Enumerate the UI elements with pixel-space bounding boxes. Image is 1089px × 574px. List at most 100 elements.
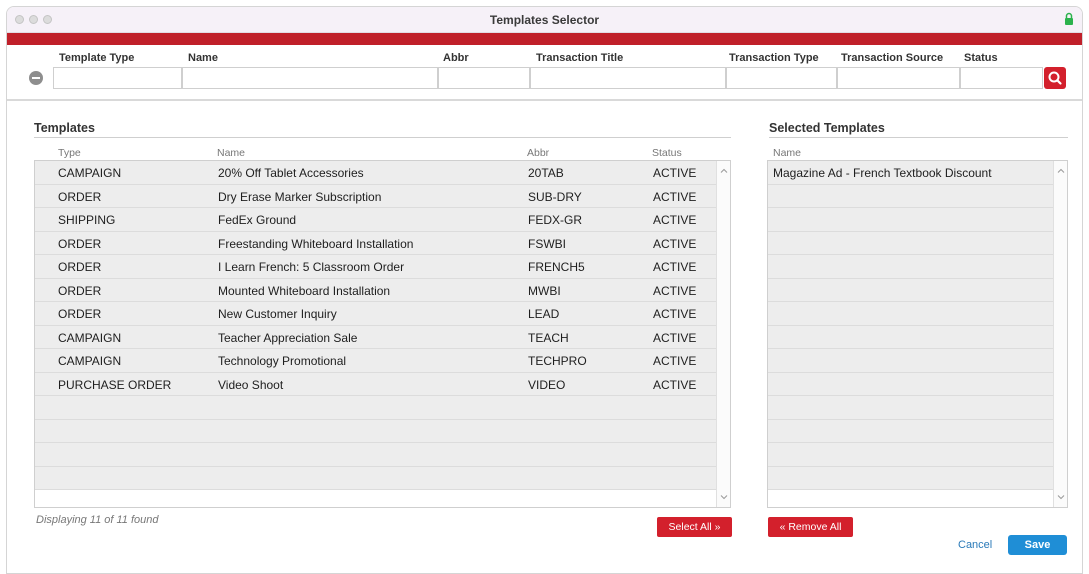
- empty-selected-row[interactable]: [768, 278, 1055, 302]
- templates-heading-rule: [34, 137, 731, 138]
- filter-label-name: Name: [188, 52, 218, 64]
- cell-status: ACTIVE: [653, 307, 697, 321]
- cell-status: ACTIVE: [653, 213, 697, 227]
- cell-type: SHIPPING: [58, 213, 116, 227]
- abbr-input[interactable]: [438, 67, 530, 89]
- chevron-down-icon[interactable]: [1057, 493, 1065, 501]
- header-accent-bar: [7, 33, 1082, 45]
- empty-table-row[interactable]: [35, 396, 718, 420]
- cell-status: ACTIVE: [653, 236, 697, 251]
- filter-label-abbr: Abbr: [443, 52, 469, 64]
- cell-name: Teacher Appreciation Sale: [218, 330, 358, 345]
- empty-selected-row[interactable]: [768, 184, 1055, 208]
- table-row[interactable]: SHIPPING FedEx Ground FEDX-GR ACTIVE: [35, 208, 718, 232]
- cell-status: ACTIVE: [653, 377, 697, 392]
- cell-status: ACTIVE: [653, 189, 697, 204]
- empty-selected-row[interactable]: [768, 302, 1055, 326]
- cell-name: Freestanding Whiteboard Installation: [218, 236, 414, 251]
- selected-heading-rule: [769, 137, 1068, 138]
- empty-selected-row[interactable]: [768, 255, 1055, 279]
- cell-type: CAMPAIGN: [58, 354, 122, 368]
- column-header-selected-name[interactable]: Name: [773, 147, 801, 159]
- empty-selected-row[interactable]: [768, 372, 1055, 396]
- table-row[interactable]: CAMPAIGN Teacher Appreciation Sale TEACH AC…: [35, 325, 718, 349]
- cell-abbr: FEDX-GR: [528, 213, 582, 227]
- name-input[interactable]: [182, 67, 438, 89]
- table-row[interactable]: ORDER Mounted Whiteboard Installation MWBI…: [35, 278, 718, 302]
- filter-label-transaction-source: Transaction Source: [841, 52, 944, 64]
- cell-status: ACTIVE: [653, 330, 697, 345]
- select-all-button[interactable]: Select All »: [657, 517, 732, 537]
- template-type-input[interactable]: [53, 67, 182, 89]
- transaction-title-input[interactable]: [530, 67, 726, 89]
- results-count: Displaying 11 of 11 found: [36, 514, 159, 526]
- empty-selected-row[interactable]: [768, 349, 1055, 373]
- cell-abbr: SUB-DRY: [528, 189, 582, 204]
- status-input[interactable]: [960, 67, 1043, 89]
- selected-templates-table: Magazine Ad - French Textbook Discount: [767, 160, 1068, 508]
- empty-table-row[interactable]: [35, 443, 718, 467]
- chevron-down-icon[interactable]: [720, 493, 728, 501]
- transaction-source-input[interactable]: [837, 67, 960, 89]
- templates-scrollbar[interactable]: [716, 161, 730, 507]
- filter-bar: Template Type Name Abbr Transaction Titl…: [7, 45, 1082, 101]
- save-button[interactable]: Save: [1008, 535, 1067, 555]
- cell-name: 20% Off Tablet Accessories: [218, 166, 364, 180]
- filter-label-transaction-type: Transaction Type: [729, 52, 819, 64]
- cell-type: CAMPAIGN: [58, 330, 122, 345]
- cell-status: ACTIVE: [653, 283, 697, 298]
- cell-abbr: LEAD: [528, 307, 560, 321]
- search-icon: [1048, 71, 1062, 85]
- column-header-status[interactable]: Status: [652, 147, 682, 159]
- empty-selected-row[interactable]: [768, 396, 1055, 420]
- cell-type: CAMPAIGN: [58, 166, 122, 180]
- empty-table-row[interactable]: [35, 466, 718, 490]
- chevron-up-icon[interactable]: [1057, 167, 1065, 175]
- cell-type: ORDER: [58, 283, 102, 298]
- cell-name: Video Shoot: [218, 377, 284, 392]
- table-row[interactable]: CAMPAIGN 20% Off Tablet Accessories 20TAB A…: [35, 161, 718, 185]
- cell-type: ORDER: [58, 189, 102, 204]
- empty-selected-row[interactable]: [768, 208, 1055, 232]
- cell-abbr: VIDEO: [528, 377, 566, 392]
- cell-abbr: MWBI: [528, 283, 561, 298]
- cancel-button[interactable]: Cancel: [958, 539, 992, 551]
- empty-table-row[interactable]: [35, 419, 718, 443]
- selected-scrollbar[interactable]: [1053, 161, 1067, 507]
- table-row[interactable]: ORDER Freestanding Whiteboard Installatio…: [35, 231, 718, 255]
- title-bar: Templates Selector: [7, 7, 1082, 33]
- cell-abbr: FSWBI: [528, 236, 566, 251]
- column-header-type[interactable]: Type: [58, 147, 81, 159]
- transaction-type-input[interactable]: [726, 67, 837, 89]
- templates-selector-window: Templates Selector Template Type Name Ab…: [6, 6, 1083, 574]
- filter-label-transaction-title: Transaction Title: [536, 52, 624, 64]
- empty-selected-row[interactable]: [768, 466, 1055, 490]
- column-header-name[interactable]: Name: [217, 147, 245, 159]
- remove-all-button[interactable]: « Remove All: [768, 517, 853, 537]
- minus-circle-icon[interactable]: [29, 71, 43, 85]
- empty-selected-row[interactable]: [768, 325, 1055, 349]
- column-header-abbr[interactable]: Abbr: [527, 147, 549, 159]
- empty-selected-row[interactable]: [768, 443, 1055, 467]
- cell-abbr: TEACH: [528, 330, 569, 345]
- table-row[interactable]: ORDER I Learn French: 5 Classroom Order FR…: [35, 255, 718, 279]
- templates-heading: Templates: [34, 121, 95, 135]
- table-row[interactable]: PURCHASE ORDER Video Shoot VIDEO ACTIVE: [35, 372, 718, 396]
- table-row[interactable]: CAMPAIGN Technology Promotional TECHPRO ACT…: [35, 349, 718, 373]
- filter-label-status: Status: [964, 52, 998, 64]
- cell-type: ORDER: [58, 307, 102, 321]
- chevron-up-icon[interactable]: [720, 167, 728, 175]
- cell-name: FedEx Ground: [218, 213, 297, 227]
- table-row[interactable]: ORDER Dry Erase Marker Subscription SUB-DR…: [35, 184, 718, 208]
- window-title: Templates Selector: [489, 13, 600, 27]
- cell-name: Magazine Ad - French Textbook Discount: [773, 166, 992, 180]
- empty-selected-row[interactable]: [768, 231, 1055, 255]
- empty-selected-row[interactable]: [768, 419, 1055, 443]
- selected-row[interactable]: Magazine Ad - French Textbook Discount: [768, 161, 1055, 185]
- search-button[interactable]: [1044, 67, 1066, 89]
- table-row[interactable]: ORDER New Customer Inquiry LEAD ACTIVE: [35, 302, 718, 326]
- cell-status: ACTIVE: [653, 166, 697, 180]
- lock-icon: [1065, 12, 1073, 25]
- cell-status: ACTIVE: [653, 354, 697, 368]
- cell-name: Technology Promotional: [218, 354, 347, 368]
